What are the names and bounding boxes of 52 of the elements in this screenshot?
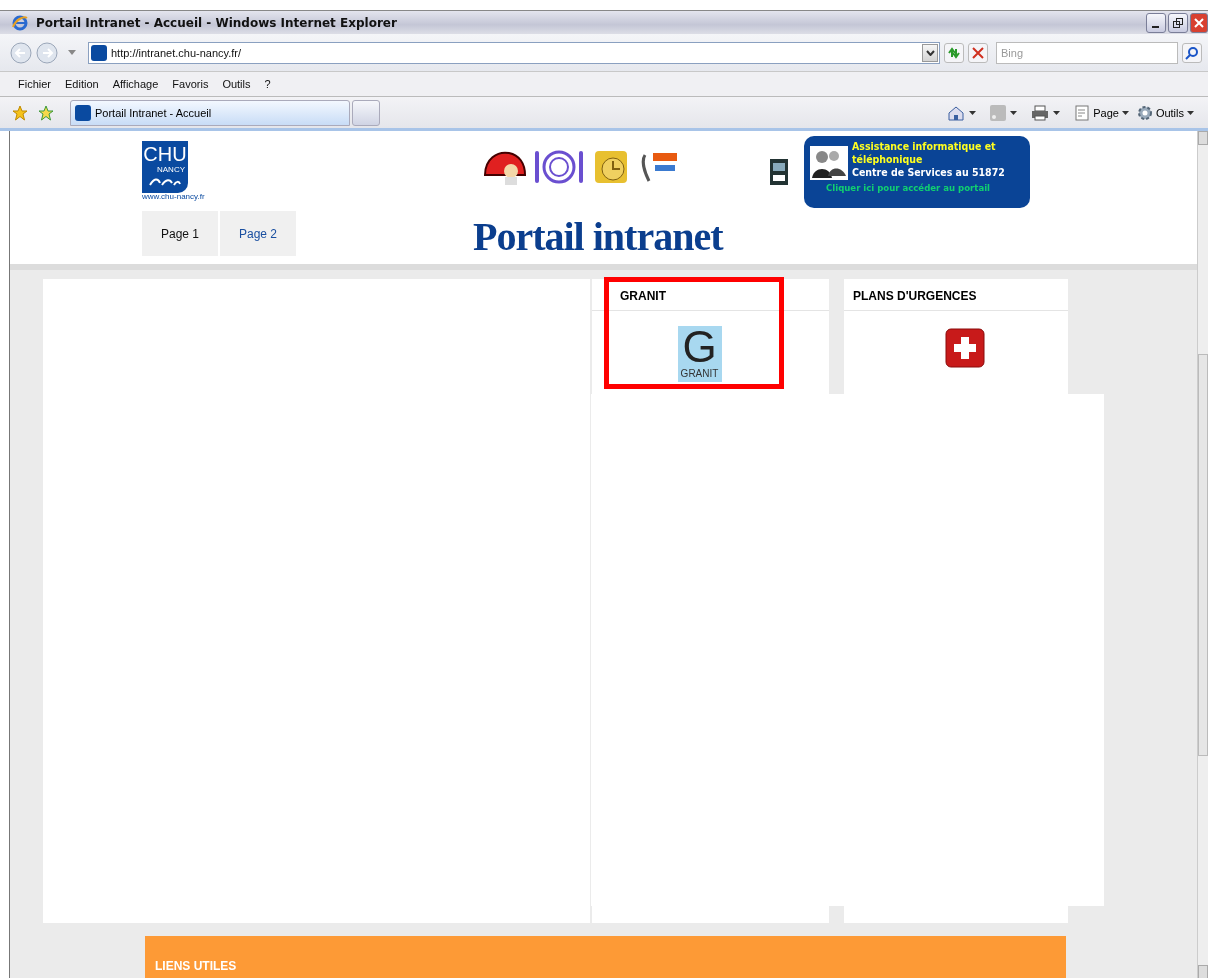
browser-tab[interactable]: Portail Intranet - Accueil	[70, 99, 350, 126]
refresh-button[interactable]	[944, 42, 964, 63]
caret-icon	[1187, 110, 1194, 115]
page-tab[interactable]: Page 2	[220, 211, 296, 256]
favorites-star-icon[interactable]	[12, 104, 28, 121]
website-address: www.chu-nancy.fr	[142, 193, 206, 201]
menu-item[interactable]: Fichier	[18, 78, 51, 90]
caret-icon[interactable]	[969, 110, 977, 115]
dropdown-arrow-icon[interactable]	[68, 50, 76, 55]
restore-icon	[1172, 16, 1184, 29]
site-icon	[91, 44, 107, 61]
chevron-down-icon	[925, 49, 935, 56]
card-title: GRANIT	[592, 279, 829, 311]
address-field[interactable]: http://intranet.chu-nancy.fr/	[88, 41, 940, 64]
menu-item[interactable]: Affichage	[112, 78, 159, 90]
hospital-logo[interactable]: CHU NANCY	[142, 141, 188, 193]
minimize-button[interactable]	[1146, 12, 1166, 33]
page-icon	[1074, 104, 1091, 121]
site-icon	[75, 104, 91, 121]
search-button[interactable]	[1182, 42, 1202, 63]
close-button[interactable]	[1190, 12, 1208, 33]
page-menu-button[interactable]: Page	[1074, 104, 1129, 121]
window-title: Portail Intranet - Accueil - Windows Internet Explorer	[36, 15, 397, 30]
menu-item[interactable]: Outils	[222, 78, 251, 90]
stop-button[interactable]	[968, 42, 988, 63]
first-aid-icon[interactable]	[945, 328, 985, 368]
search-field[interactable]: Bing	[996, 41, 1178, 64]
section-title: LIENS UTILES	[155, 959, 237, 973]
menu-item[interactable]: ?	[264, 78, 271, 90]
home-icon[interactable]	[947, 104, 966, 121]
caret-icon[interactable]	[1053, 110, 1061, 115]
tools-menu-button[interactable]: Outils	[1136, 104, 1194, 121]
page-tab[interactable]: Page 1	[142, 211, 218, 256]
browser-logo-icon	[12, 14, 28, 31]
portal-title: Portail intranet	[473, 217, 725, 257]
portal-link[interactable]: Cliquer ici pour accéder au portail	[826, 181, 1024, 194]
caret-icon	[1121, 110, 1129, 115]
close-icon	[1194, 16, 1204, 29]
granit-logo[interactable]: G GRANIT	[677, 326, 722, 382]
restore-button[interactable]	[1168, 12, 1188, 33]
printer-icon[interactable]	[1031, 104, 1050, 121]
menu-item[interactable]: Edition	[65, 78, 99, 90]
card-title: PLANS D'URGENCES	[844, 279, 1068, 311]
people-icon	[810, 146, 848, 180]
gear-icon	[1136, 104, 1153, 121]
menu-item[interactable]: Favoris	[172, 78, 209, 90]
add-favorite-icon[interactable]	[38, 104, 54, 121]
caret-icon[interactable]	[1010, 110, 1018, 115]
scrollbar[interactable]	[1197, 131, 1208, 978]
support-banner[interactable]: Assistance informatique et téléphonique Centre de Services au 51872 Cliquer ici pour accéder au portail	[804, 136, 1030, 208]
minimize-icon	[1151, 25, 1159, 28]
address-dropdown-button[interactable]	[922, 43, 938, 62]
